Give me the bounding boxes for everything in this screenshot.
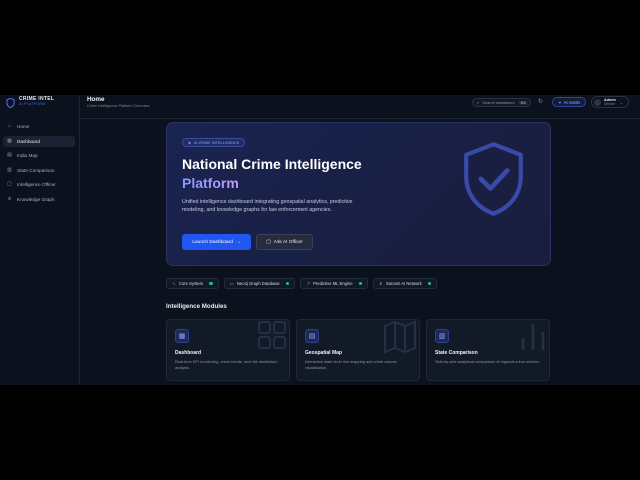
- sidebar-nav: ⌂ Home ▦ Dashboard ▤ India Map ▥ State C…: [3, 121, 75, 209]
- status-chip-sarvam: ⋔ Sarvam AI Network: [373, 278, 438, 289]
- sidebar-item-label: Intelligence Officer: [17, 182, 56, 188]
- app-window: CRIME INTEL AI PLATFORM ⌂ Home ▦ Dashboa…: [0, 95, 640, 385]
- module-description: Real-time KPI monitoring, crime trends, …: [175, 359, 278, 370]
- modules-grid: ▦ Dashboard Real-time KPI monitoring, cr…: [166, 319, 550, 381]
- brand-subtitle: AI PLATFORM: [19, 102, 46, 106]
- status-chip-label: Predictive ML Engine: [313, 281, 353, 286]
- status-dot: [209, 281, 213, 286]
- module-card-dashboard[interactable]: ▦ Dashboard Real-time KPI monitoring, cr…: [166, 319, 290, 381]
- ai-assist-label: AI Assist: [563, 99, 580, 105]
- shield-check-icon: [464, 142, 523, 216]
- modules-heading: Intelligence Modules: [166, 303, 227, 310]
- user-role: Director: [604, 102, 616, 106]
- trend-icon: ↗: [306, 280, 311, 286]
- sidebar-item-state-comparison[interactable]: ▥ State Comparison: [3, 165, 75, 176]
- launch-dashboard-button[interactable]: Launch Dashboard →: [182, 234, 251, 250]
- refresh-icon[interactable]: ↻: [538, 98, 543, 105]
- bar-chart-icon: [521, 324, 545, 350]
- network-icon: ⋔: [379, 280, 383, 286]
- status-dot: [427, 281, 432, 286]
- bar-chart-icon: ▥: [435, 329, 449, 343]
- status-chip-ml-engine: ↗ Predictive ML Engine: [300, 278, 369, 289]
- sidebar-item-home[interactable]: ⌂ Home: [3, 121, 75, 132]
- status-dot: [285, 281, 290, 286]
- dashboard-icon: ▦: [7, 137, 12, 144]
- sidebar-item-intelligence-officer[interactable]: ▢ Intelligence Officer: [3, 179, 75, 190]
- ask-ai-officer-label: Ask AI Officer: [273, 239, 303, 245]
- home-icon: ⌂: [7, 123, 12, 129]
- graph-icon: ⋔: [7, 195, 12, 202]
- sidebar-item-dashboard[interactable]: ▦ Dashboard: [3, 135, 75, 147]
- hero-title: National Crime Intelligence: [182, 156, 362, 172]
- search-icon: ⌕: [477, 100, 480, 105]
- module-title: State Comparison: [435, 350, 478, 356]
- status-dot: [358, 281, 363, 286]
- hero-title-highlight: Platform: [182, 175, 239, 191]
- database-icon: ▭: [229, 280, 234, 286]
- shield-icon: [6, 98, 15, 108]
- sidebar-item-knowledge-graph[interactable]: ⋔ Knowledge Graph: [3, 194, 75, 205]
- ask-ai-officer-button[interactable]: ▢ Ask AI Officer: [256, 234, 313, 250]
- status-chip-core-system: ∿ Core System: [166, 278, 219, 289]
- chat-icon: ▢: [266, 239, 271, 245]
- sidebar-item-label: Knowledge Graph: [17, 196, 55, 202]
- user-menu[interactable]: Admin Director ⌄: [591, 96, 629, 108]
- map-icon: ▤: [7, 152, 12, 159]
- arrow-right-icon: →: [235, 239, 241, 245]
- module-card-geospatial-map[interactable]: ▤ Geospatial Map Interactive state-level…: [296, 319, 420, 381]
- sidebar-item-india-map[interactable]: ▤ India Map: [3, 150, 75, 161]
- sidebar-item-label: State Comparison: [17, 167, 55, 173]
- ai-assist-button[interactable]: ✦ AI Assist: [552, 97, 586, 107]
- avatar: [594, 98, 601, 106]
- pulse-icon: ∿: [172, 280, 176, 286]
- hero-badge: ◈ AI CRIME INTELLIGENCE: [182, 138, 246, 147]
- hero-badge-label: AI CRIME INTELLIGENCE: [193, 140, 240, 145]
- module-description: Side-by-side analytical comparison of re…: [435, 359, 540, 364]
- shield-icon: ◈: [188, 141, 191, 145]
- chevron-down-icon: ⌄: [619, 99, 624, 105]
- brand-logo[interactable]: CRIME INTEL AI PLATFORM: [6, 96, 54, 108]
- hero-description: Unified intelligence dashboard integrati…: [182, 199, 353, 213]
- bar-chart-icon: ▥: [7, 166, 12, 173]
- sparkle-icon: ✦: [558, 99, 562, 105]
- system-status-bar: ∿ Core System ▭ Neo4j Graph Database ↗ P…: [166, 278, 438, 289]
- sidebar-item-label: Home: [17, 124, 30, 129]
- hero-banner: ◈ AI CRIME INTELLIGENCE National Crime I…: [166, 122, 551, 266]
- page-subtitle: Crime Intelligence Platform Overview: [87, 104, 150, 108]
- module-title: Geospatial Map: [305, 350, 342, 356]
- sidebar: CRIME INTEL AI PLATFORM ⌂ Home ▦ Dashboa…: [0, 95, 80, 385]
- search-shortcut: ⌘K: [518, 100, 528, 105]
- search-input[interactable]: ⌕ Search databases ⌘K: [472, 98, 531, 107]
- module-description: Interactive state-level risk mapping and…: [305, 359, 397, 370]
- status-chip-label: Core System: [178, 281, 204, 286]
- module-title: Dashboard: [175, 350, 202, 356]
- status-chip-label: Neo4j Graph Database: [236, 281, 280, 286]
- top-bar: Home Crime Intelligence Platform Overvie…: [80, 95, 640, 119]
- search-placeholder: Search databases: [482, 100, 515, 105]
- map-icon: ▤: [305, 329, 319, 343]
- module-card-state-comparison[interactable]: ▥ State Comparison Side-by-side analytic…: [426, 319, 550, 381]
- dashboard-icon: ▦: [175, 329, 189, 343]
- launch-dashboard-label: Launch Dashboard: [192, 239, 233, 245]
- dashboard-icon: [258, 321, 286, 349]
- map-icon: [384, 320, 416, 354]
- status-chip-label: Sarvam AI Network: [385, 281, 422, 286]
- sidebar-item-label: India Map: [17, 153, 38, 159]
- sidebar-item-label: Dashboard: [17, 138, 40, 144]
- page-title: Home: [87, 96, 105, 103]
- chat-icon: ▢: [7, 181, 12, 188]
- status-chip-neo4j: ▭ Neo4j Graph Database: [223, 278, 296, 289]
